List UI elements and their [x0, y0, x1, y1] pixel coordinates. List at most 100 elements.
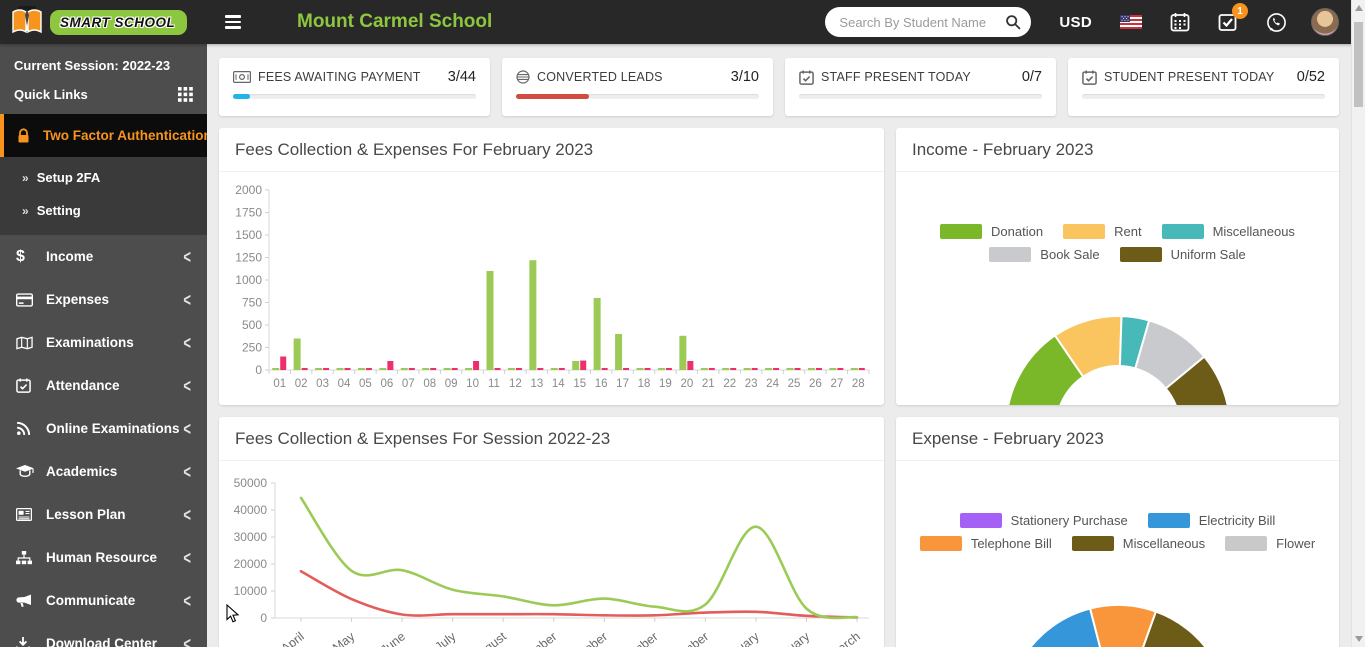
chevron-left-icon: <: [183, 461, 191, 482]
legend-item-uniform-sale[interactable]: Uniform Sale: [1120, 247, 1246, 262]
svg-text:20: 20: [680, 378, 693, 390]
svg-text:28: 28: [852, 378, 865, 390]
scrollbar-down-arrow[interactable]: [1355, 636, 1363, 642]
chart-title: Fees Collection & Expenses For Session 2…: [219, 417, 884, 461]
svg-text:1250: 1250: [235, 251, 262, 265]
daily-bar-chart: 0250500750100012501500175020000102030405…: [229, 180, 874, 395]
credit-card-icon: [16, 293, 46, 307]
legend-swatch: [960, 513, 1002, 528]
sidebar-item-attendance[interactable]: Attendance<: [0, 364, 207, 407]
sidebar-item-label: Communicate: [46, 593, 183, 608]
page-title: Mount Carmel School: [297, 11, 492, 33]
svg-text:January: January: [718, 629, 762, 647]
bullhorn-icon: [16, 594, 46, 608]
sidebar-subitem-label: Setting: [37, 203, 81, 218]
sidebar-item-label: Two Factor Authentication: [43, 128, 207, 143]
currency-selector[interactable]: USD: [1059, 14, 1092, 31]
svg-text:24: 24: [766, 378, 779, 390]
scrollbar-thumb[interactable]: [1354, 22, 1363, 107]
stat-card-staff-present-today: STAFF PRESENT TODAY0/7: [785, 58, 1056, 116]
search-input[interactable]: [839, 15, 1005, 30]
svg-text:October: October: [566, 629, 610, 647]
sidebar-item-examinations[interactable]: Examinations<: [0, 321, 207, 364]
sidebar-item-expenses[interactable]: Expenses<: [0, 278, 207, 321]
sidebar-item-label: Human Resource: [46, 550, 183, 565]
stat-card-converted-leads: CONVERTED LEADS3/10: [502, 58, 773, 116]
lock-icon: [16, 128, 31, 144]
legend-item-telephone-bill[interactable]: Telephone Bill: [920, 536, 1052, 551]
sidebar-item-download-center[interactable]: Download Center<: [0, 622, 207, 647]
calendar-check-icon: [16, 378, 46, 393]
legend-item-book-sale[interactable]: Book Sale: [989, 247, 1099, 262]
graduation-cap-icon: [16, 465, 46, 478]
sidebar-subitem-setup-2fa[interactable]: »Setup 2FA: [0, 161, 207, 194]
tasks-icon[interactable]: 1: [1218, 12, 1238, 32]
sidebar-item-academics[interactable]: Academics<: [0, 450, 207, 493]
svg-text:40000: 40000: [234, 503, 268, 517]
money-icon: [233, 71, 251, 83]
legend-swatch: [1148, 513, 1190, 528]
legend-item-donation[interactable]: Donation: [940, 224, 1043, 239]
chart-title: Income - February 2023: [896, 128, 1339, 172]
chevron-left-icon: <: [183, 289, 191, 310]
legend-item-electricity-bill[interactable]: Electricity Bill: [1148, 513, 1276, 528]
legend-label: Uniform Sale: [1171, 247, 1246, 262]
legend-label: Rent: [1114, 224, 1141, 239]
stat-card-label: FEES AWAITING PAYMENT: [258, 70, 441, 84]
stat-progress-track: [799, 94, 1042, 99]
user-avatar[interactable]: [1311, 8, 1339, 36]
sidebar-item-label: Expenses: [46, 292, 183, 307]
legend-label: Donation: [991, 224, 1043, 239]
whatsapp-icon[interactable]: [1266, 12, 1287, 33]
calendar-icon[interactable]: [1170, 12, 1190, 32]
svg-text:0: 0: [260, 611, 267, 625]
legend-label: Stationery Purchase: [1011, 513, 1128, 528]
stat-card-student-present-today: STUDENT PRESENT TODAY0/52: [1068, 58, 1339, 116]
legend-item-miscellaneous[interactable]: Miscellaneous: [1072, 536, 1205, 551]
svg-text:13: 13: [530, 378, 543, 390]
sidebar-item-label: Income: [46, 249, 183, 264]
legend-item-miscellaneous[interactable]: Miscellaneous: [1162, 224, 1295, 239]
hamburger-menu-icon[interactable]: [219, 9, 247, 35]
svg-text:August: August: [470, 629, 510, 647]
sidebar-subitem-setting[interactable]: »Setting: [0, 194, 207, 227]
two-factor-submenu: »Setup 2FA»Setting: [0, 157, 207, 235]
svg-text:17: 17: [616, 378, 629, 390]
sidebar-item-label: Attendance: [46, 378, 183, 393]
legend-item-rent[interactable]: Rent: [1063, 224, 1141, 239]
page-scrollbar[interactable]: [1351, 0, 1365, 647]
legend-swatch: [1225, 536, 1267, 551]
legend-swatch: [989, 247, 1031, 262]
svg-text:November: November: [607, 629, 661, 647]
rss-icon: [16, 421, 46, 436]
search-icon[interactable]: [1005, 14, 1021, 30]
legend-label: Book Sale: [1040, 247, 1099, 262]
grid-icon[interactable]: [178, 87, 193, 102]
svg-text:05: 05: [359, 378, 372, 390]
sidebar-item-human-resource[interactable]: Human Resource<: [0, 536, 207, 579]
sidebar-item-communicate[interactable]: Communicate<: [0, 579, 207, 622]
sidebar-item-label: Examinations: [46, 335, 183, 350]
legend-label: Flower: [1276, 536, 1315, 551]
quick-links[interactable]: Quick Links: [0, 79, 207, 114]
sidebar-item-two-factor-authentication[interactable]: Two Factor Authentication: [0, 114, 207, 157]
stat-progress-track: [516, 94, 759, 99]
svg-text:27: 27: [830, 378, 843, 390]
card-expense-chart: Expense - February 2023 Stationery Purch…: [896, 417, 1339, 647]
legend-item-stationery-purchase[interactable]: Stationery Purchase: [960, 513, 1128, 528]
svg-text:09: 09: [445, 378, 458, 390]
sidebar-item-online-examinations[interactable]: Online Examinations<: [0, 407, 207, 450]
expense-donut-chart: [958, 567, 1278, 647]
svg-text:1000: 1000: [235, 273, 262, 287]
sidebar-item-lesson-plan[interactable]: Lesson Plan<: [0, 493, 207, 536]
legend-item-flower[interactable]: Flower: [1225, 536, 1315, 551]
download-icon: [16, 637, 46, 647]
legend-swatch: [1063, 224, 1105, 239]
chevron-left-icon: <: [183, 504, 191, 525]
sidebar-item-income[interactable]: $Income<: [0, 235, 207, 278]
brand-logo[interactable]: SMART SCHOOL: [0, 0, 207, 44]
chevron-left-icon: <: [183, 547, 191, 568]
language-flag-icon[interactable]: [1120, 15, 1142, 29]
legend-swatch: [940, 224, 982, 239]
scrollbar-up-arrow[interactable]: [1355, 5, 1363, 11]
